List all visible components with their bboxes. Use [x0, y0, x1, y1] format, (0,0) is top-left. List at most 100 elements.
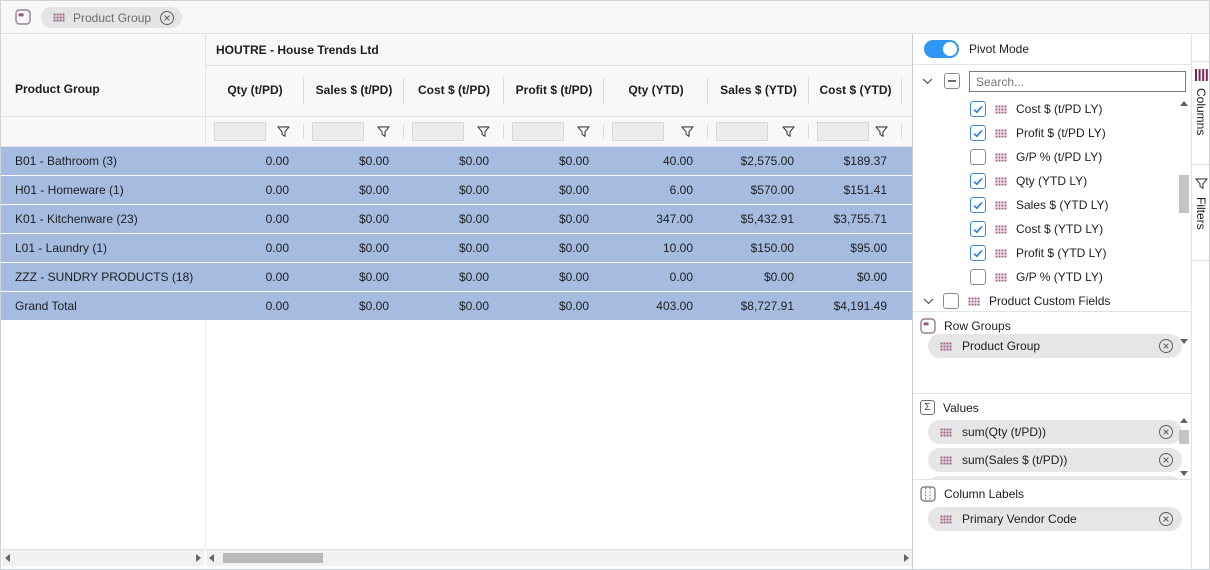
- filter-input[interactable]: [612, 122, 664, 141]
- cell[interactable]: $150.00: [708, 241, 809, 255]
- filter-icon[interactable]: [681, 126, 694, 138]
- field-list-scrollbar[interactable]: [1178, 101, 1190, 344]
- column-header-product-group[interactable]: Product Group: [1, 34, 206, 116]
- column-header-3[interactable]: Profit $ (t/PD): [504, 66, 604, 116]
- cell[interactable]: $95.00: [809, 241, 902, 255]
- field-checkbox[interactable]: [970, 269, 986, 285]
- pinned-horizontal-scrollbar[interactable]: [2, 549, 204, 566]
- cell[interactable]: $0.00: [504, 299, 604, 313]
- drag-handle-icon[interactable]: [968, 297, 980, 306]
- cell[interactable]: $2,575.00: [708, 154, 809, 168]
- filter-input[interactable]: [214, 122, 266, 141]
- cell[interactable]: $0.00: [404, 241, 504, 255]
- cell[interactable]: $189.37: [809, 154, 902, 168]
- value-chip[interactable]: sum(Qty (t/PD)): [928, 420, 1182, 444]
- field-item[interactable]: Sales $ (YTD LY): [913, 193, 1175, 217]
- horizontal-scrollbar-thumb[interactable]: [223, 553, 323, 563]
- column-header-4[interactable]: Qty (YTD): [604, 66, 708, 116]
- filter-input[interactable]: [312, 122, 364, 141]
- column-header-2[interactable]: Cost $ (t/PD): [404, 66, 504, 116]
- pivot-mode-toggle[interactable]: [924, 40, 959, 58]
- row-label[interactable]: L01 - Laundry (1): [1, 241, 206, 255]
- cell[interactable]: $0.00: [404, 270, 504, 284]
- cell[interactable]: $0.00: [404, 212, 504, 226]
- remove-icon[interactable]: [1158, 511, 1174, 527]
- cell[interactable]: $0.00: [504, 212, 604, 226]
- drag-handle-icon[interactable]: [995, 273, 1007, 282]
- cell[interactable]: 0.00: [604, 270, 708, 284]
- table-row[interactable]: Grand Total0.00$0.00$0.00$0.00403.00$8,7…: [1, 292, 912, 320]
- scroll-up-icon[interactable]: [1180, 418, 1188, 423]
- drag-handle-icon[interactable]: [995, 177, 1007, 186]
- scroll-up-icon[interactable]: [1180, 101, 1188, 106]
- cell[interactable]: $0.00: [504, 270, 604, 284]
- cell[interactable]: $0.00: [304, 154, 404, 168]
- cell[interactable]: $0.00: [809, 270, 902, 284]
- field-item[interactable]: G/P % (YTD LY): [913, 265, 1175, 289]
- field-item[interactable]: Cost $ (YTD LY): [913, 217, 1175, 241]
- cell[interactable]: 347.00: [604, 212, 708, 226]
- cell[interactable]: $0.00: [304, 270, 404, 284]
- cell[interactable]: $151.41: [809, 183, 902, 197]
- drag-handle-icon[interactable]: [995, 201, 1007, 210]
- cell[interactable]: $0.00: [404, 154, 504, 168]
- field-item[interactable]: Cost $ (t/PD LY): [913, 97, 1175, 121]
- scroll-right-icon[interactable]: [904, 554, 909, 562]
- scroll-left-icon[interactable]: [209, 554, 214, 562]
- cell[interactable]: $4,191.49: [809, 299, 902, 313]
- filter-input[interactable]: [512, 122, 564, 141]
- value-chip[interactable]: sum(Sales $ (t/PD)): [928, 448, 1182, 472]
- group-chip-product-group[interactable]: Product Group: [41, 7, 182, 28]
- horizontal-scrollbar[interactable]: [206, 549, 912, 566]
- cell[interactable]: 0.00: [206, 212, 304, 226]
- field-item[interactable]: G/P % (t/PD LY): [913, 145, 1175, 169]
- field-checkbox[interactable]: [970, 197, 986, 213]
- field-item[interactable]: Profit $ (YTD LY): [913, 241, 1175, 265]
- cell[interactable]: 10.00: [604, 241, 708, 255]
- scrollbar-thumb[interactable]: [1179, 430, 1189, 444]
- row-label[interactable]: K01 - Kitchenware (23): [1, 212, 206, 226]
- field-item[interactable]: Product Custom Fields: [913, 289, 1175, 311]
- row-label[interactable]: ZZZ - SUNDRY PRODUCTS (18): [1, 270, 206, 284]
- cell[interactable]: 40.00: [604, 154, 708, 168]
- filter-icon[interactable]: [277, 126, 290, 138]
- filter-icon[interactable]: [577, 126, 590, 138]
- filter-input[interactable]: [817, 122, 869, 141]
- row-label[interactable]: H01 - Homeware (1): [1, 183, 206, 197]
- field-checkbox[interactable]: [970, 149, 986, 165]
- filter-icon[interactable]: [477, 126, 490, 138]
- drag-handle-icon[interactable]: [995, 249, 1007, 258]
- drag-handle-icon[interactable]: [940, 456, 952, 465]
- field-checkbox[interactable]: [970, 221, 986, 237]
- remove-icon[interactable]: [1158, 452, 1174, 468]
- field-checkbox[interactable]: [943, 293, 959, 309]
- field-checkbox[interactable]: [970, 173, 986, 189]
- field-item[interactable]: Profit $ (t/PD LY): [913, 121, 1175, 145]
- cell[interactable]: 0.00: [206, 154, 304, 168]
- cell[interactable]: $0.00: [304, 183, 404, 197]
- cell[interactable]: 0.00: [206, 241, 304, 255]
- row-label[interactable]: Grand Total: [1, 299, 206, 313]
- filter-input[interactable]: [716, 122, 768, 141]
- cell[interactable]: $0.00: [404, 183, 504, 197]
- scroll-left-icon[interactable]: [5, 554, 10, 562]
- drag-handle-icon[interactable]: [995, 153, 1007, 162]
- table-row[interactable]: ZZZ - SUNDRY PRODUCTS (18)0.00$0.00$0.00…: [1, 263, 912, 291]
- table-row[interactable]: L01 - Laundry (1)0.00$0.00$0.00$0.0010.0…: [1, 234, 912, 262]
- column-header-0[interactable]: Qty (t/PD): [206, 66, 304, 116]
- column-label-chip[interactable]: Primary Vendor Code: [928, 507, 1182, 531]
- cell[interactable]: $5,432.91: [708, 212, 809, 226]
- column-header-5[interactable]: Sales $ (YTD): [708, 66, 809, 116]
- chevron-down-icon[interactable]: [923, 298, 934, 305]
- field-checkbox[interactable]: [970, 101, 986, 117]
- drag-handle-icon[interactable]: [995, 129, 1007, 138]
- filter-icon[interactable]: [782, 126, 795, 138]
- scrollbar-thumb[interactable]: [1179, 175, 1189, 213]
- expand-collapse-all-icon[interactable]: [922, 78, 933, 85]
- field-checkbox[interactable]: [970, 125, 986, 141]
- field-checkbox[interactable]: [970, 245, 986, 261]
- remove-icon[interactable]: [1158, 424, 1174, 440]
- filter-icon[interactable]: [875, 126, 888, 138]
- cell[interactable]: $8,727.91: [708, 299, 809, 313]
- column-header-6[interactable]: Cost $ (YTD): [809, 66, 902, 116]
